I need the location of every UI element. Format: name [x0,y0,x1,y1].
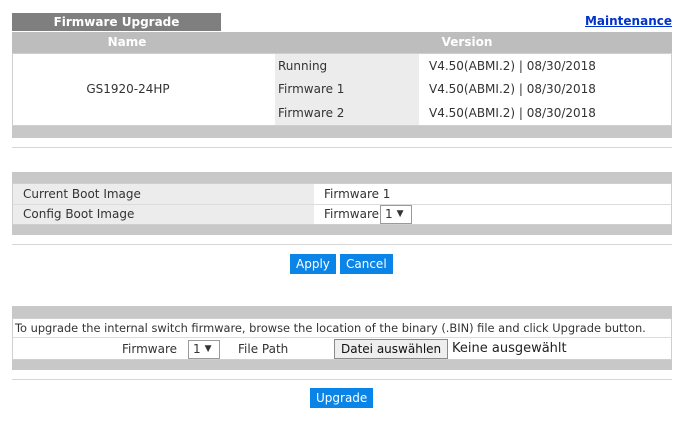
current-boot-value: Firmware 1 [324,187,391,201]
device-name: GS1920-24HP [86,82,170,96]
current-boot-label: Current Boot Image [23,187,141,201]
firmware-table-body: GS1920-24HP Running V4.50(ABMI.2) | 08/3… [12,53,672,126]
page-title: Firmware Upgrade [12,13,221,31]
chevron-down-icon: ▼ [204,344,212,354]
row-firmware2-version: V4.50(ABMI.2) | 08/30/2018 [429,106,596,120]
boot-section-header [12,172,672,183]
file-path-label: File Path [238,342,289,356]
config-boot-label: Config Boot Image [23,207,135,221]
row-running-version: V4.50(ABMI.2) | 08/30/2018 [429,59,596,73]
row-firmware1-version: V4.50(ABMI.2) | 08/30/2018 [429,82,596,96]
config-boot-select-value: 1 [385,207,393,221]
name-column-header: Name [107,35,147,49]
row-firmware1-label: Firmware 1 [278,82,345,96]
upgrade-firmware-select-value: 1 [193,342,201,356]
upgrade-section-body: To upgrade the internal switch firmware,… [12,318,672,360]
upgrade-firmware-select[interactable]: 1 ▼ [188,340,220,359]
apply-button[interactable]: Apply [290,254,336,274]
firmware-table-footer [12,126,672,138]
config-boot-select[interactable]: 1 ▼ [380,205,412,224]
divider [12,244,672,245]
boot-section-footer [12,225,672,235]
divider [12,147,672,148]
row-divider [13,204,671,205]
firmware-table-header: Name Version [12,32,672,53]
boot-section-body: Current Boot Image Firmware 1 Config Boo… [12,183,672,225]
version-column-header: Version [441,35,493,49]
upgrade-section-footer [12,360,672,370]
row-divider [13,337,671,338]
choose-file-button[interactable]: Datei auswählen [334,339,449,359]
cancel-button[interactable]: Cancel [340,254,393,274]
upgrade-button[interactable]: Upgrade [310,388,374,408]
upgrade-firmware-label: Firmware [122,342,177,356]
row-running-label: Running [278,59,328,73]
upgrade-section-header [12,306,672,318]
divider [12,379,672,380]
no-file-selected: Keine ausgewählt [452,341,567,356]
chevron-down-icon: ▼ [396,209,404,219]
maintenance-link[interactable]: Maintenance [585,14,672,28]
upgrade-instruction: To upgrade the internal switch firmware,… [15,321,646,335]
config-boot-prefix: Firmware [324,207,379,221]
row-firmware2-label: Firmware 2 [278,106,345,120]
